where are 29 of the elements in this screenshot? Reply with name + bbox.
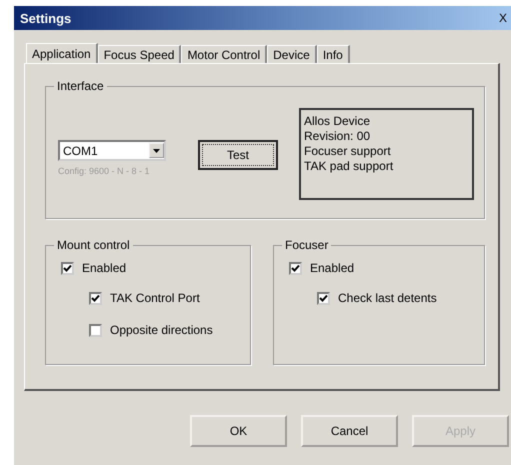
- checkbox-option[interactable]: Check last detents: [317, 290, 484, 306]
- tab[interactable]: Motor Control: [181, 45, 268, 63]
- group-title: Interface: [54, 79, 107, 93]
- group-title: Focuser: [282, 238, 332, 252]
- info-line: Allos Device: [304, 114, 372, 129]
- window-title: Settings: [20, 10, 72, 26]
- checkbox-option[interactable]: TAK Control Port: [89, 290, 250, 306]
- checkbox-option[interactable]: Opposite directions: [89, 322, 250, 338]
- info-line: Focuser support: [304, 144, 392, 159]
- tab[interactable]: Info: [316, 45, 350, 63]
- checkbox[interactable]: [61, 262, 74, 274]
- tab[interactable]: Focus Speed: [98, 45, 182, 63]
- checkbox-option[interactable]: Enabled: [61, 260, 250, 276]
- port-dropdown[interactable]: COM1: [58, 140, 166, 161]
- tab[interactable]: Device: [267, 45, 317, 63]
- info-line: TAK pad support: [304, 159, 394, 174]
- test-button[interactable]: Test: [198, 140, 278, 170]
- dialog-button[interactable]: Cancel: [301, 415, 398, 447]
- checkbox[interactable]: [89, 324, 102, 336]
- checkbox[interactable]: [317, 292, 330, 304]
- checkbox[interactable]: [289, 262, 302, 274]
- group-title: Mount control: [54, 238, 133, 252]
- tab[interactable]: Application: [26, 43, 98, 63]
- config-label: Config: 9600 - N - 8 - 1: [58, 166, 151, 176]
- dialog-button[interactable]: OK: [190, 415, 287, 447]
- close-button[interactable]: X: [496, 11, 510, 25]
- info-line: Revision: 00: [304, 129, 372, 144]
- checkbox-option[interactable]: Enabled: [289, 260, 484, 276]
- checkbox[interactable]: [89, 292, 102, 304]
